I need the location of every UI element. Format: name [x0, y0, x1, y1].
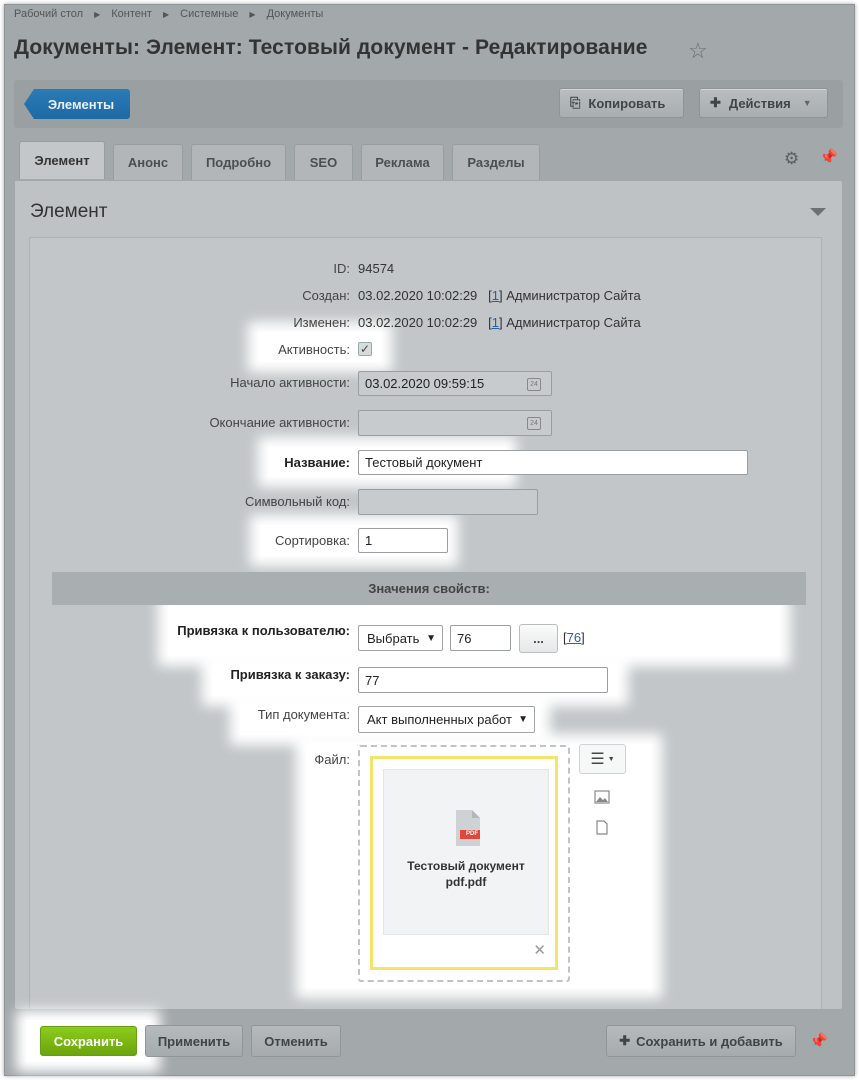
user-select-value: Выбрать — [367, 630, 420, 646]
tab-announce[interactable]: Анонс — [113, 144, 183, 180]
file-name-line1: Тестовый документ — [407, 859, 525, 873]
calendar-icon[interactable]: 24 — [527, 378, 541, 391]
copy-button[interactable]: ⎘ Копировать — [559, 88, 684, 118]
cancel-button[interactable]: Отменить — [251, 1025, 341, 1057]
tab-details[interactable]: Подробно — [191, 144, 286, 180]
pin-icon[interactable]: 📌 — [819, 148, 838, 166]
active-to-label: Окончание активности: — [209, 415, 350, 430]
choose-user-button[interactable]: ... — [519, 624, 558, 653]
chevron-right-icon: ▶ — [162, 9, 170, 19]
user-link-anchor[interactable]: 76 — [567, 630, 581, 645]
section-title: Элемент — [30, 201, 108, 222]
breadcrumb-system[interactable]: Системные — [180, 8, 238, 20]
tab-element[interactable]: Элемент — [19, 141, 105, 179]
pin-icon[interactable]: 📌 — [809, 1032, 828, 1050]
order-value: 77 — [365, 672, 380, 688]
active-label: Активность: — [278, 342, 350, 357]
modified-label: Изменен: — [293, 315, 350, 330]
breadcrumb: Рабочий стол ▶ Контент ▶ Системные ▶ Док… — [14, 8, 323, 20]
calendar-icon[interactable]: 24 — [527, 417, 541, 430]
chevron-down-icon: ▼ — [426, 632, 436, 644]
remove-file-icon[interactable]: ✕ — [533, 941, 546, 959]
created-label: Создан: — [302, 288, 350, 303]
name-label: Название: — [284, 455, 350, 470]
user-id-value: 76 — [457, 630, 472, 646]
active-from-label: Начало активности: — [230, 375, 350, 390]
gear-icon[interactable]: ⚙ — [784, 149, 799, 169]
plus-icon: ✚ — [710, 95, 721, 110]
sort-label: Сортировка: — [275, 533, 350, 548]
hamburger-icon: ☰ — [590, 751, 605, 768]
created-user-link[interactable]: 1 — [492, 288, 499, 303]
breadcrumb-desktop[interactable]: Рабочий стол — [14, 8, 83, 20]
file-menu-button[interactable]: ☰ ▼ — [579, 744, 626, 774]
active-from-value: 03.02.2020 09:59:15 — [365, 376, 485, 391]
file-label: Файл: — [314, 752, 350, 767]
page-title: Документы: Элемент: Тестовый документ - … — [14, 36, 648, 59]
name-input[interactable]: Тестовый документ — [358, 450, 748, 475]
back-to-elements-button[interactable]: Элементы — [24, 89, 130, 119]
name-value: Тестовый документ — [365, 455, 483, 470]
sort-value: 1 — [365, 533, 373, 548]
active-from-input[interactable]: 03.02.2020 09:59:15 24 — [358, 371, 552, 396]
save-and-add-button[interactable]: ✚ Сохранить и добавить — [606, 1025, 796, 1057]
created-user-name: Администратор Сайта — [506, 288, 641, 303]
code-label: Символьный код: — [244, 494, 350, 509]
star-icon[interactable]: ☆ — [688, 38, 708, 64]
order-input[interactable]: 77 — [358, 667, 608, 693]
copy-label: Копировать — [588, 95, 666, 111]
tab-seo[interactable]: SEO — [294, 144, 353, 180]
document-icon[interactable] — [596, 820, 608, 838]
file-card[interactable]: PDF Тестовый документ pdf.pdf ✕ — [370, 756, 558, 970]
doc-type-value: Акт выполненных работ — [367, 712, 512, 727]
apply-button[interactable]: Применить — [145, 1025, 243, 1057]
actions-button[interactable]: ✚ Действия ▼ — [699, 88, 828, 118]
user-link-label: Привязка к пользователю: — [177, 623, 350, 638]
file-name: Тестовый документ pdf.pdf — [384, 858, 548, 890]
file-preview: PDF Тестовый документ pdf.pdf — [383, 769, 549, 935]
chevron-right-icon: ▶ — [249, 9, 256, 19]
chevron-down-icon: ▼ — [518, 714, 528, 725]
active-to-input[interactable]: 24 — [358, 410, 552, 436]
save-and-add-label: Сохранить и добавить — [636, 1033, 783, 1049]
chevron-down-icon: ▼ — [607, 755, 615, 763]
chevron-right-icon: ▶ — [94, 9, 101, 19]
id-value: 94574 — [358, 261, 395, 276]
save-button[interactable]: Сохранить — [40, 1026, 137, 1056]
actions-label: Действия — [728, 95, 791, 111]
collapse-triangle-icon[interactable] — [810, 208, 826, 216]
pdf-file-icon — [456, 810, 480, 846]
chevron-down-icon: ▼ — [802, 98, 812, 108]
breadcrumb-content[interactable]: Контент — [111, 8, 152, 20]
plus-icon: ✚ — [619, 1033, 631, 1048]
modified-user-link[interactable]: 1 — [492, 315, 499, 330]
copy-icon: ⎘ — [570, 95, 581, 110]
user-id-input[interactable]: 76 — [450, 625, 511, 651]
active-checkbox[interactable]: ✓ — [358, 342, 372, 356]
toolbar: Элементы ⎘ Копировать ✚ Действия ▼ — [14, 80, 843, 128]
properties-header: Значения свойств: — [52, 572, 806, 605]
user-select[interactable]: Выбрать ▼ — [358, 625, 443, 651]
code-input[interactable] — [358, 489, 538, 515]
pdf-badge: PDF — [466, 831, 478, 837]
doc-type-select[interactable]: Акт выполненных работ ▼ — [358, 706, 535, 733]
modified-user-name: Администратор Сайта — [506, 315, 641, 330]
doc-type-label: Тип документа: — [257, 707, 350, 722]
modified-date: 03.02.2020 10:02:29 — [358, 315, 478, 330]
created-value: 03.02.2020 10:02:29 [1] Администратор Са… — [358, 288, 641, 303]
tab-sections[interactable]: Разделы — [452, 144, 540, 180]
id-label: ID: — [333, 261, 350, 276]
image-icon[interactable] — [594, 790, 610, 807]
modified-value: 03.02.2020 10:02:29 [1] Администратор Са… — [358, 315, 641, 330]
created-date: 03.02.2020 10:02:29 — [358, 288, 478, 303]
breadcrumb-documents[interactable]: Документы — [267, 8, 324, 20]
tab-ads[interactable]: Реклама — [361, 144, 444, 180]
sort-input[interactable]: 1 — [358, 528, 448, 553]
file-name-line2: pdf.pdf — [445, 875, 487, 889]
user-link[interactable]: [76] — [563, 630, 585, 645]
order-link-label: Привязка к заказу: — [230, 667, 350, 682]
